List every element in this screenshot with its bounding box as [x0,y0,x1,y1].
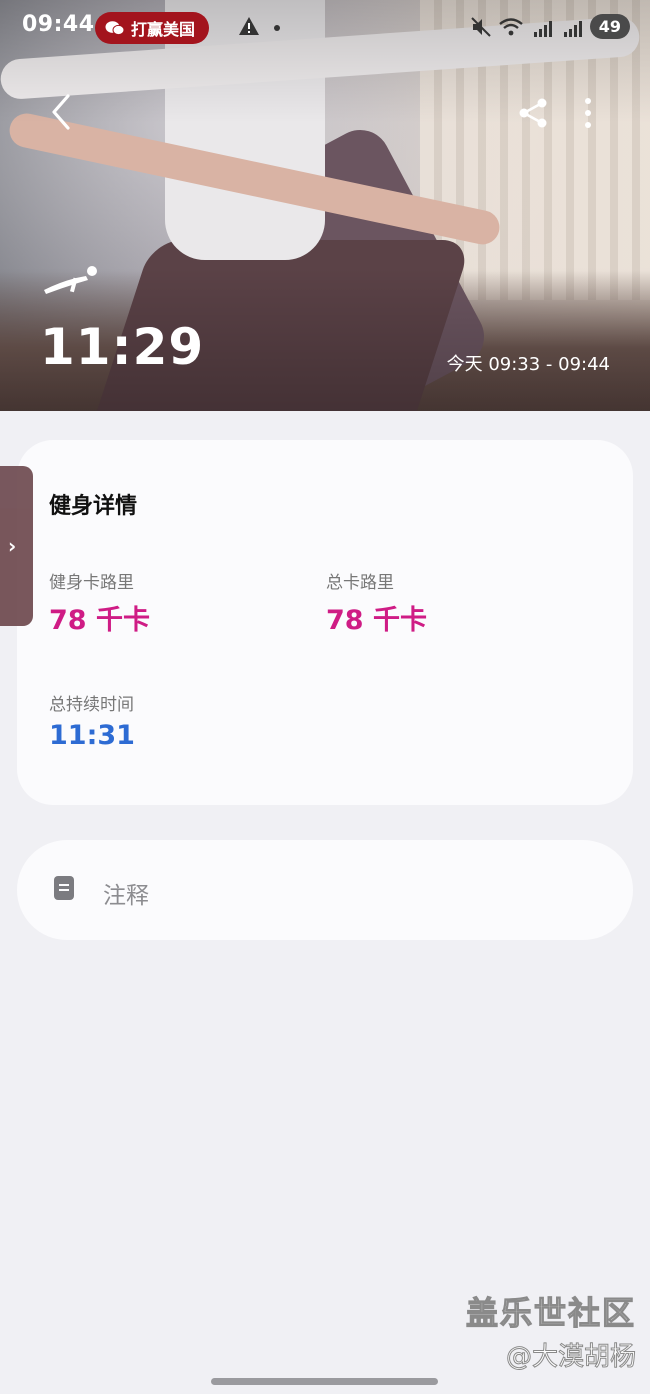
status-icons: 49 [470,14,630,39]
total-calories-label: 总卡路里 [326,573,394,593]
home-indicator[interactable] [211,1378,438,1385]
status-time: 09:44 [22,12,95,37]
wifi-icon [498,17,523,35]
back-icon[interactable] [42,92,82,132]
signal-5g-icon-2 [563,20,582,37]
notes-card[interactable]: 注释 [17,840,633,940]
workout-type-icon [44,266,97,294]
workout-calories-label: 健身卡路里 [49,573,134,593]
side-panel-handle[interactable]: › [0,466,33,626]
note-icon [54,876,74,900]
workout-time-range: 今天 09:33 - 09:44 [446,354,610,375]
share-icon[interactable] [516,96,550,130]
battery-indicator: 49 [589,14,630,39]
notification-pill-label: 打赢美国 [131,20,196,39]
total-calories-value: 78 千卡 [326,605,427,636]
alert-icon [239,17,259,35]
workout-duration: 11:29 [40,318,205,376]
total-duration-label: 总持续时间 [49,695,134,715]
card-title: 健身详情 [49,494,138,519]
mute-icon [471,16,491,37]
wechat-icon [105,21,125,36]
workout-calories-value: 78 千卡 [49,605,150,636]
fitness-details-card: 健身详情 健身卡路里 78 千卡 总卡路里 78 千卡 总持续时间 11:31 [17,440,633,805]
status-bar: 09:44 打赢美国 49 [0,0,650,56]
total-duration-value: 11:31 [49,720,135,751]
more-options-icon[interactable] [578,96,598,130]
watermark: 盖乐世社区 @大漠胡杨 [465,1288,636,1373]
watermark-author: @大漠胡杨 [505,1342,636,1373]
chevron-right-icon: › [8,534,17,558]
notification-dot-icon [274,25,280,31]
notification-pill[interactable]: 打赢美国 [95,12,210,44]
watermark-site: 盖乐世社区 [465,1293,636,1332]
notes-label: 注释 [103,883,149,909]
signal-5g-icon [533,20,552,37]
